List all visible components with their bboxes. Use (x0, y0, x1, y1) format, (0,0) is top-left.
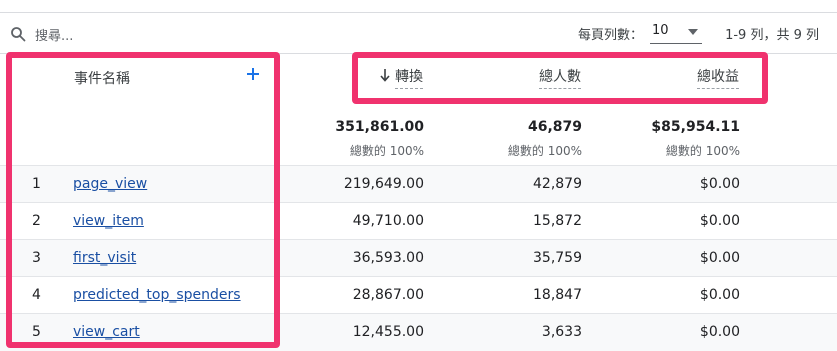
row-index: 1 (32, 176, 41, 192)
total-users-percent: 總數的 100% (507, 144, 582, 158)
table-row: 1 page_view 219,649.00 42,879 $0.00 (0, 165, 837, 203)
row-conversions: 49,710.00 (352, 213, 424, 229)
row-revenue: $0.00 (699, 324, 740, 340)
caret-down-icon (688, 29, 698, 35)
table-row: 2 view_item 49,710.00 15,872 $0.00 (0, 202, 837, 240)
row-revenue: $0.00 (699, 287, 740, 303)
rows-per-page-label: 每頁列數： (578, 28, 644, 43)
table-row: 3 first_visit 36,593.00 35,759 $0.00 (0, 239, 837, 277)
table-toolbar: 搜尋... 每頁列數： 10 1-9 列，共 9 列 (0, 13, 837, 53)
total-conversions-percent: 總數的 100% (349, 144, 424, 158)
total-conversions: 351,861.00 (335, 119, 424, 135)
event-name-link[interactable]: page_view (73, 176, 147, 192)
pagination-info: 1-9 列，共 9 列 (725, 28, 819, 43)
header-divider (0, 53, 837, 54)
row-users: 35,759 (533, 250, 582, 266)
row-revenue: $0.00 (699, 213, 740, 229)
column-header-conversions[interactable]: 轉換 (395, 66, 423, 89)
row-index: 4 (32, 287, 41, 303)
select-underline (650, 43, 702, 44)
event-name-link[interactable]: view_item (73, 213, 144, 229)
event-name-link[interactable]: view_cart (73, 324, 140, 340)
row-conversions: 219,649.00 (343, 176, 424, 192)
row-conversions: 12,455.00 (352, 324, 424, 340)
column-header-total-revenue[interactable]: 總收益 (697, 66, 739, 89)
event-name-link[interactable]: first_visit (73, 250, 136, 266)
total-revenue: $85,954.11 (651, 119, 740, 135)
row-revenue: $0.00 (699, 176, 740, 192)
row-revenue: $0.00 (699, 250, 740, 266)
column-header-total-users[interactable]: 總人數 (539, 66, 581, 89)
row-users: 15,872 (533, 213, 582, 229)
row-conversions: 28,867.00 (352, 287, 424, 303)
plus-icon[interactable] (243, 64, 263, 84)
row-users: 42,879 (533, 176, 582, 192)
search-input[interactable]: 搜尋... (35, 25, 73, 44)
arrow-down-icon (380, 69, 390, 82)
row-users: 18,847 (533, 287, 582, 303)
table-row: 4 predicted_top_spenders 28,867.00 18,84… (0, 276, 837, 314)
rows-per-page-select[interactable]: 10 (650, 20, 702, 46)
search-icon[interactable] (10, 26, 26, 42)
rows-per-page-value: 10 (652, 23, 669, 38)
row-index: 2 (32, 213, 41, 229)
row-users: 3,633 (541, 324, 582, 340)
table-row: 5 view_cart 12,455.00 3,633 $0.00 (0, 313, 837, 351)
total-revenue-percent: 總數的 100% (665, 144, 740, 158)
event-name-link[interactable]: predicted_top_spenders (73, 287, 241, 303)
total-users: 46,879 (527, 119, 582, 135)
row-index: 3 (32, 250, 41, 266)
column-header-event-name: 事件名稱 (74, 71, 130, 87)
row-index: 5 (32, 324, 41, 340)
row-conversions: 36,593.00 (352, 250, 424, 266)
